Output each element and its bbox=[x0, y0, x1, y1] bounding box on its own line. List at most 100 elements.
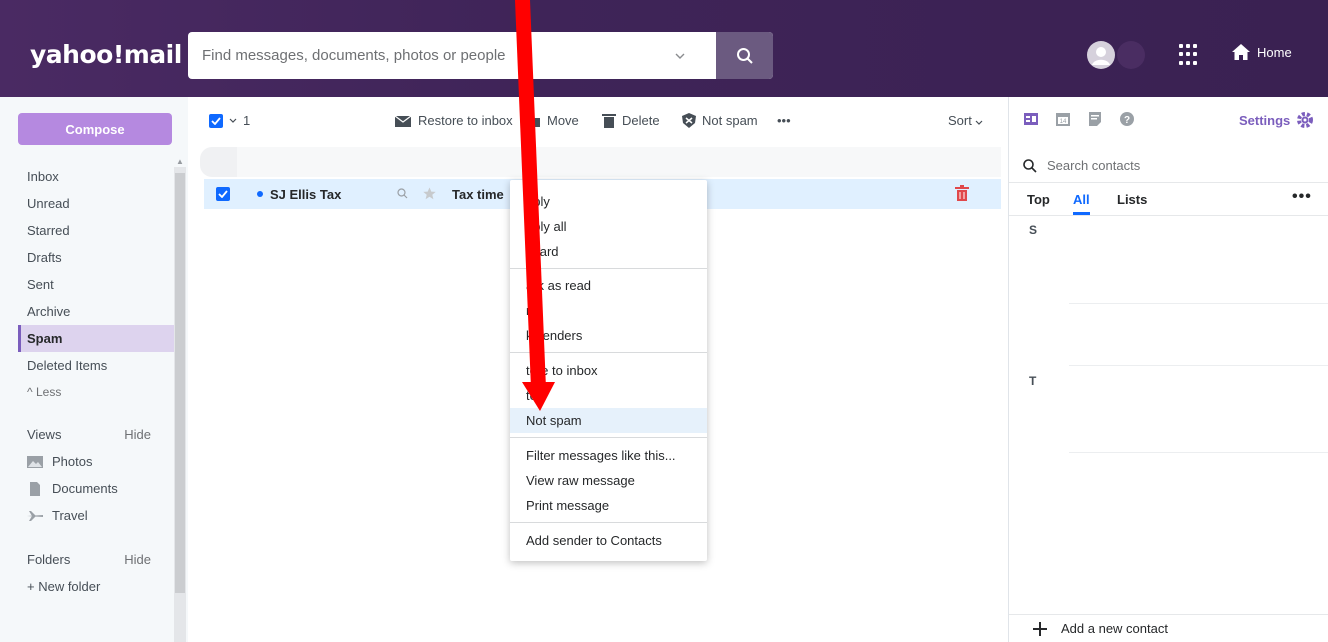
view-photos[interactable]: Photos bbox=[27, 454, 92, 469]
shield-icon bbox=[682, 113, 696, 128]
not-spam-button[interactable]: Not spam bbox=[682, 113, 758, 128]
contact-group-letter: T bbox=[1029, 374, 1037, 388]
contacts-tabs: Top All Lists ••• bbox=[1009, 184, 1328, 216]
add-contact-label: Add a new contact bbox=[1061, 621, 1168, 636]
contact-group-letter: S bbox=[1029, 223, 1038, 237]
menu-separator bbox=[510, 437, 707, 438]
views-hide-link[interactable]: Hide bbox=[124, 427, 151, 442]
restore-icon bbox=[394, 115, 412, 127]
user-avatar[interactable] bbox=[1087, 41, 1115, 69]
menu-item-forward[interactable]: rward bbox=[510, 239, 707, 264]
trash-icon[interactable] bbox=[955, 185, 969, 201]
chevron-down-icon bbox=[675, 53, 685, 59]
row-checkbox[interactable] bbox=[216, 187, 230, 201]
menu-item-print-message[interactable]: Print message bbox=[510, 493, 707, 518]
checkmark-icon bbox=[218, 190, 228, 198]
nav-drafts[interactable]: Drafts bbox=[18, 244, 174, 271]
folders-hide-link[interactable]: Hide bbox=[124, 552, 151, 567]
search-icon[interactable] bbox=[397, 188, 408, 199]
menu-item-view-raw-message[interactable]: View raw message bbox=[510, 468, 707, 493]
document-icon bbox=[30, 481, 40, 496]
add-contact-button[interactable]: Add a new contact bbox=[1009, 614, 1328, 642]
home-link[interactable]: Home bbox=[1231, 43, 1292, 61]
scrollbar-thumb[interactable] bbox=[175, 173, 185, 593]
message-subject: Tax time bbox=[452, 187, 504, 202]
right-panel-tabs: 14 ? bbox=[1023, 111, 1135, 127]
restore-to-inbox-button[interactable]: Restore to inbox bbox=[394, 113, 513, 128]
search-icon bbox=[1023, 158, 1037, 173]
menu-separator bbox=[510, 522, 707, 523]
selected-count: 1 bbox=[243, 113, 251, 128]
chevron-down-icon bbox=[976, 120, 983, 125]
yahoo-mail-logo[interactable]: yahoo!mail bbox=[30, 40, 182, 69]
avatar-shadow bbox=[1117, 41, 1145, 69]
left-navigation: Compose Inbox Unread Starred Drafts Sent… bbox=[0, 97, 188, 642]
trash-icon bbox=[602, 114, 616, 128]
chevron-down-icon bbox=[229, 118, 237, 123]
star-icon[interactable] bbox=[423, 187, 436, 200]
search-options-dropdown[interactable] bbox=[658, 32, 702, 79]
nav-less-toggle[interactable]: ^ Less bbox=[18, 379, 174, 406]
nav-sent[interactable]: Sent bbox=[18, 271, 174, 298]
view-travel-label: Travel bbox=[52, 508, 88, 523]
help-icon[interactable]: ? bbox=[1119, 111, 1135, 127]
menu-separator bbox=[510, 268, 707, 269]
menu-item-add-sender-to-contacts[interactable]: Add sender to Contacts bbox=[510, 528, 707, 553]
menu-item-reply-all[interactable]: eply all bbox=[510, 214, 707, 239]
new-folder-link[interactable]: + New folder bbox=[27, 579, 100, 594]
calendar-icon[interactable]: 14 bbox=[1055, 111, 1071, 127]
contacts-search[interactable]: Search contacts bbox=[1009, 149, 1328, 183]
nav-unread[interactable]: Unread bbox=[18, 190, 174, 217]
view-documents[interactable]: Documents bbox=[27, 481, 118, 496]
scroll-up-icon[interactable]: ▲ bbox=[176, 157, 184, 166]
menu-item-filter-messages[interactable]: Filter messages like this... bbox=[510, 443, 707, 468]
menu-item-reply[interactable]: eply bbox=[510, 189, 707, 214]
menu-item-block-senders[interactable]: k senders bbox=[510, 323, 707, 348]
new-folder-label: + New folder bbox=[27, 579, 101, 594]
menu-item-delete[interactable]: te bbox=[510, 383, 707, 408]
search-button[interactable] bbox=[716, 32, 773, 79]
select-all-checkbox[interactable]: 1 bbox=[209, 113, 250, 128]
nav-deleted-items[interactable]: Deleted Items bbox=[18, 352, 174, 379]
move-button[interactable]: Move bbox=[523, 113, 579, 128]
more-actions-button[interactable]: ••• bbox=[777, 113, 791, 128]
plus-icon bbox=[1033, 621, 1047, 636]
settings-label: Settings bbox=[1239, 112, 1291, 128]
menu-item-not-spam[interactable]: Not spam bbox=[510, 408, 707, 433]
message-sender: SJ Ellis Tax bbox=[270, 187, 342, 202]
contacts-more-button[interactable]: ••• bbox=[1292, 188, 1312, 206]
tab-all[interactable]: All bbox=[1073, 192, 1090, 215]
nav-scrollbar[interactable]: ▲ bbox=[174, 157, 186, 642]
plane-icon bbox=[27, 510, 43, 521]
svg-text:14: 14 bbox=[1060, 119, 1067, 125]
search-input[interactable] bbox=[188, 32, 658, 79]
view-travel[interactable]: Travel bbox=[27, 508, 88, 523]
menu-item-star[interactable]: r bbox=[510, 298, 707, 323]
views-label: Views bbox=[27, 427, 62, 442]
grid-icon[interactable] bbox=[1179, 44, 1201, 66]
nav-spam[interactable]: Spam bbox=[18, 325, 174, 352]
sort-button[interactable]: Sort bbox=[948, 113, 983, 128]
settings-link[interactable]: Settings bbox=[1239, 111, 1314, 129]
home-label: Home bbox=[1257, 44, 1292, 60]
views-section-header: Views Hide bbox=[27, 427, 151, 442]
menu-item-mark-as-read[interactable]: ark as read bbox=[510, 273, 707, 298]
tab-lists[interactable]: Lists bbox=[1117, 192, 1147, 207]
move-label: Move bbox=[547, 113, 579, 128]
nav-starred[interactable]: Starred bbox=[18, 217, 174, 244]
contacts-icon[interactable] bbox=[1023, 111, 1039, 127]
right-panel: 14 ? Settings Search contacts Top All Li… bbox=[1008, 97, 1328, 642]
nav-archive[interactable]: Archive bbox=[18, 298, 174, 325]
folders-label: Folders bbox=[27, 552, 71, 567]
tab-top[interactable]: Top bbox=[1027, 192, 1050, 207]
nav-inbox[interactable]: Inbox bbox=[18, 163, 174, 190]
menu-separator bbox=[510, 352, 707, 353]
top-header: yahoo!mail Home bbox=[0, 0, 1328, 97]
sort-label: Sort bbox=[948, 113, 972, 128]
delete-button[interactable]: Delete bbox=[602, 113, 660, 128]
compose-button[interactable]: Compose bbox=[18, 113, 172, 145]
message-toolbar: 1 Restore to inbox Move Delete Not spam … bbox=[188, 97, 1008, 147]
svg-text:?: ? bbox=[1124, 115, 1130, 126]
menu-item-restore-to-inbox[interactable]: tore to inbox bbox=[510, 358, 707, 383]
notepad-icon[interactable] bbox=[1087, 111, 1103, 127]
